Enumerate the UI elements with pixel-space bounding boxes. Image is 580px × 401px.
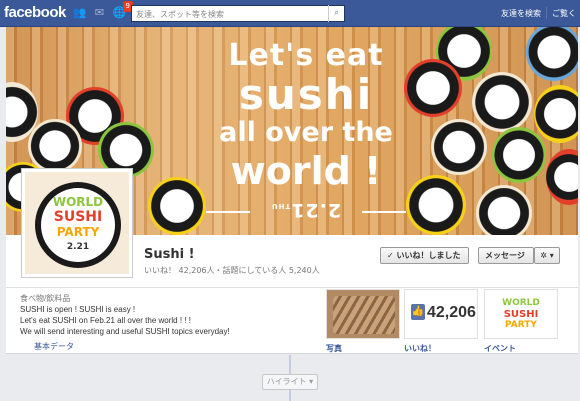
- message-button[interactable]: メッセージ: [478, 247, 534, 264]
- gear-menu-button[interactable]: ✲ ▾: [534, 247, 560, 264]
- about-link[interactable]: 基本データ: [34, 341, 74, 352]
- likes-count: 42,206: [427, 304, 476, 321]
- sushi-decoration: [492, 127, 546, 183]
- profile-logo: WORLD SUSHI PARTY 2.21: [25, 172, 129, 274]
- highlight-dropdown[interactable]: ハイライト ▾: [262, 374, 318, 390]
- check-icon: ✓: [387, 251, 397, 260]
- notifications-icon[interactable]: 🌐 9: [112, 1, 133, 20]
- cover-line-3: all over the: [219, 117, 393, 148]
- page-title[interactable]: Sushi !: [144, 247, 195, 262]
- event-logo-party: PARTY: [505, 320, 537, 330]
- sushi-decoration: [472, 72, 532, 132]
- gear-icon: ✲ ▾: [540, 251, 554, 260]
- liked-button[interactable]: ✓ いいね！しました: [380, 247, 469, 264]
- logo-date: 2.21: [66, 242, 90, 252]
- find-friends-link[interactable]: 友達を検索: [501, 8, 541, 19]
- sushi-decoration: [476, 185, 532, 235]
- event-logo-sushi: SUSHI: [503, 309, 539, 320]
- search-placeholder: 友達、スポット等を検索: [136, 10, 224, 19]
- cover-headline: Let's eat sushi all over the world !: [196, 38, 416, 194]
- cover-line-2: sushi: [238, 70, 374, 119]
- sushi-decoration: [534, 85, 578, 143]
- jewels: 👥 ✉ 🌐 9: [72, 1, 133, 20]
- photos-label[interactable]: 写真: [326, 343, 342, 354]
- logo-disc: WORLD SUSHI PARTY 2.21: [41, 188, 115, 262]
- about-line: We will send interesting and useful SUSH…: [20, 327, 230, 336]
- page-info: 食べ物/飲料品 SUSHI is open ! SUSHI is easy ! …: [6, 288, 578, 354]
- cover-date-number: 2.21: [290, 199, 342, 221]
- divider-line: [362, 211, 406, 213]
- nav-divider: [546, 7, 547, 19]
- cover-date: 2.21THU: [266, 199, 346, 221]
- photos-tile[interactable]: [326, 289, 400, 339]
- likes-label[interactable]: いいね！: [404, 343, 436, 354]
- sushi-decoration: [526, 27, 578, 81]
- category[interactable]: 食べ物/飲料品: [20, 293, 320, 304]
- cover-date-row: 2.21THU: [206, 199, 406, 221]
- sushi-decoration: [431, 119, 487, 175]
- search-icon[interactable]: ⌕: [328, 5, 344, 22]
- cover-line-4: world !: [230, 149, 382, 193]
- view-link[interactable]: ご覧く: [552, 8, 576, 19]
- facebook-logo[interactable]: facebook: [4, 4, 66, 21]
- about-section: 食べ物/飲料品 SUSHI is open ! SUSHI is easy ! …: [20, 293, 320, 337]
- cover-date-day: THU: [270, 202, 291, 210]
- logo-world: WORLD: [52, 195, 104, 209]
- events-label[interactable]: イベント: [484, 343, 516, 354]
- top-bar: facebook 👥 ✉ 🌐 9 友達、スポット等を検索 ⌕ 友達を検索 ご覧く: [0, 0, 580, 27]
- likes-tile[interactable]: 👍 42,206: [404, 289, 478, 339]
- photo-thumbnail: [333, 296, 395, 334]
- messages-icon[interactable]: ✉: [92, 6, 107, 20]
- event-logo: WORLD SUSHI PARTY: [485, 298, 557, 331]
- thumbs-up-icon: 👍: [411, 304, 425, 320]
- divider-line: [206, 211, 250, 213]
- search-input[interactable]: 友達、スポット等を検索 ⌕: [131, 5, 345, 22]
- page-stats: いいね！ 42,206人・話題にしている人 5,240人: [144, 266, 320, 275]
- nav-links: 友達を検索 ご覧く: [501, 7, 576, 19]
- liked-button-label: いいね！しました: [396, 251, 461, 260]
- friend-requests-icon[interactable]: 👥: [72, 6, 87, 20]
- about-line: SUSHI is open ! SUSHI is easy !: [20, 305, 136, 314]
- logo-sushi: SUSHI: [53, 209, 103, 225]
- logo-party: PARTY: [56, 225, 100, 239]
- about-line: Let's eat SUSHI on Feb.21 all over the w…: [20, 316, 191, 325]
- cover-line-1: Let's eat: [228, 38, 384, 73]
- event-logo-world: WORLD: [502, 298, 540, 308]
- events-tile[interactable]: WORLD SUSHI PARTY: [484, 289, 558, 339]
- profile-picture[interactable]: WORLD SUSHI PARTY 2.21: [21, 168, 133, 278]
